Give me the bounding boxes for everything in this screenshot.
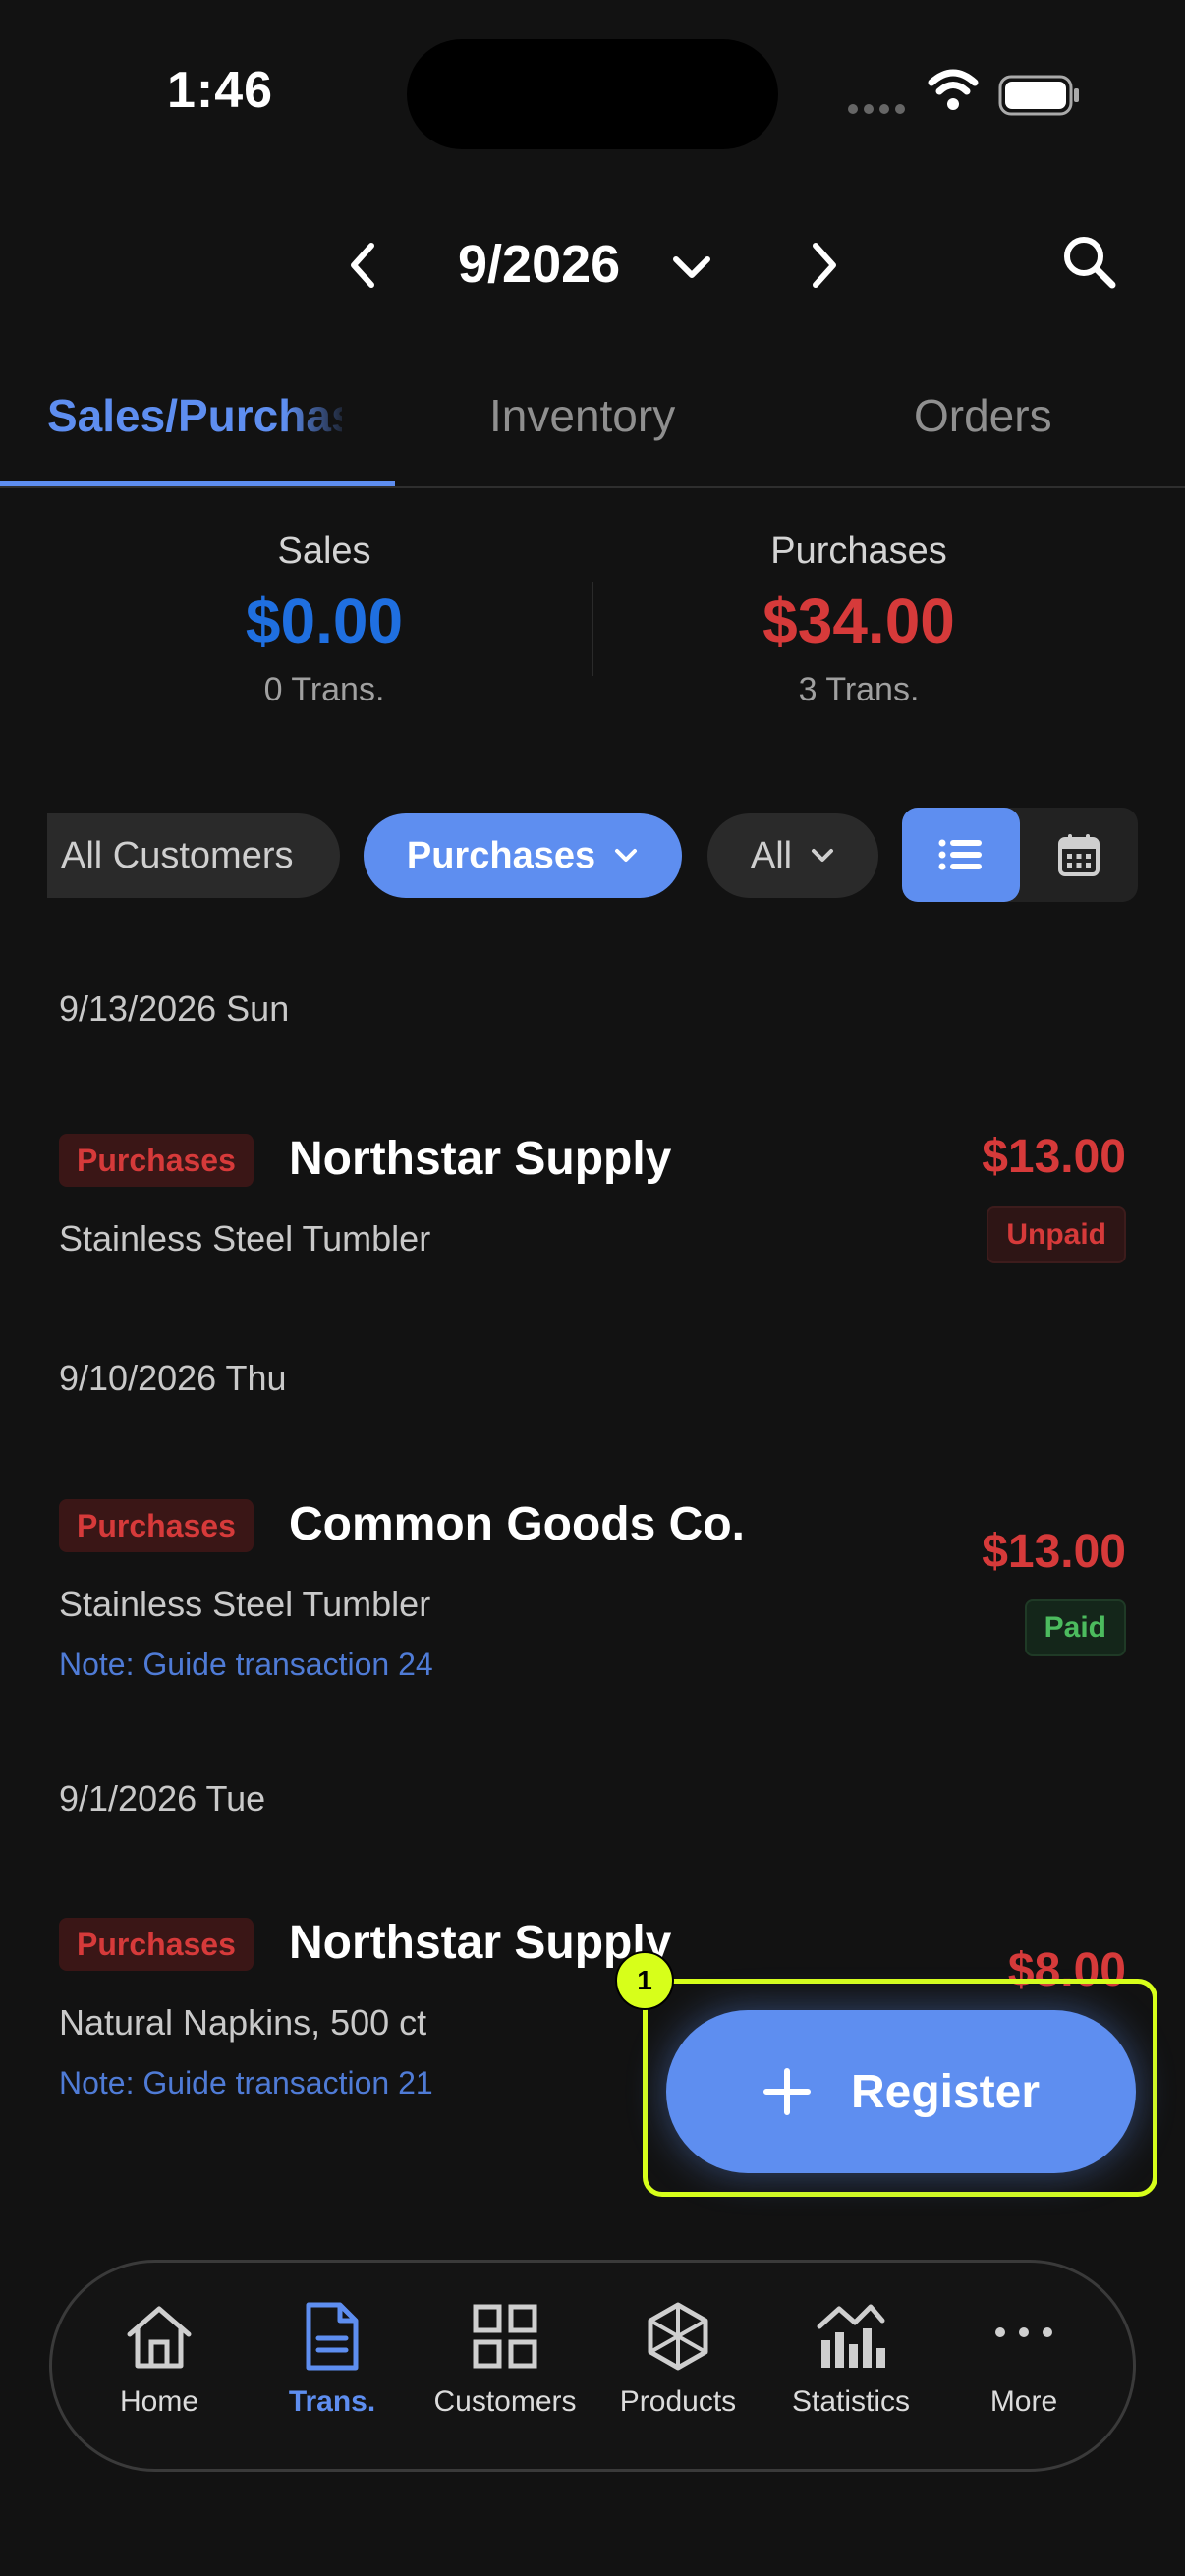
transaction-note: Note: Guide transaction 21 (59, 2065, 433, 2100)
status-time: 1:46 (167, 62, 274, 119)
dynamic-island (407, 39, 778, 149)
nav-trans[interactable]: Trans. (246, 2299, 419, 2419)
battery-icon (998, 75, 1081, 116)
nav-label: Statistics (791, 2385, 911, 2418)
type-badge: Purchases (59, 1918, 254, 1971)
purchases-label: Purchases (770, 531, 947, 572)
nav-products[interactable]: Products (592, 2299, 764, 2419)
transaction-note: Note: Guide transaction 24 (59, 1647, 433, 1682)
next-month-button[interactable] (804, 240, 843, 291)
month-selector[interactable]: 9/2026 (458, 234, 620, 295)
cube-icon (641, 2299, 715, 2374)
more-icon (987, 2299, 1061, 2374)
nav-label: More (989, 2385, 1058, 2418)
tab-divider (0, 486, 1185, 488)
customer-filter-label: All Customers (61, 834, 294, 876)
register-button[interactable]: Register (666, 2010, 1136, 2173)
transaction-name: Northstar Supply (289, 1133, 672, 1185)
signal-icon (847, 102, 906, 116)
nav-label: Home (119, 2385, 199, 2418)
sales-summary: Sales $0.00 0 Trans. (49, 531, 599, 709)
list-view-button[interactable] (902, 808, 1020, 902)
tab-fade (285, 385, 354, 450)
plus-icon (762, 2067, 812, 2116)
transaction-amount: $13.00 (982, 1131, 1126, 1183)
grid-icon (468, 2299, 542, 2374)
chevron-down-icon (613, 847, 639, 865)
home-icon (122, 2299, 197, 2374)
nav-label: Trans. (288, 2385, 376, 2418)
date-header: 9/1/2026 Tue (59, 1778, 266, 1819)
tab-orders[interactable]: Orders (914, 389, 1052, 442)
date-header: 9/13/2026 Sun (59, 988, 290, 1029)
payment-status-badge: Unpaid (987, 1206, 1126, 1263)
status-filter[interactable]: All (707, 813, 878, 898)
payment-status-badge: Paid (1024, 1599, 1126, 1656)
sales-count: 0 Trans. (263, 671, 385, 708)
nav-home[interactable]: Home (73, 2299, 246, 2419)
search-icon[interactable] (1059, 232, 1120, 293)
step-marker: 1 (615, 1951, 674, 2010)
customer-filter[interactable]: All Customers (47, 813, 340, 898)
transaction-amount: $13.00 (982, 1526, 1126, 1578)
transaction-name: Common Goods Co. (289, 1498, 745, 1550)
transaction-name: Northstar Supply (289, 1917, 672, 1969)
chevron-down-icon[interactable] (670, 252, 713, 285)
purchases-summary: Purchases $34.00 3 Trans. (584, 531, 1134, 709)
purchases-amount: $34.00 (762, 586, 955, 656)
nav-more[interactable]: More (937, 2299, 1110, 2419)
transaction-item: Natural Napkins, 500 ct (59, 2002, 427, 2043)
type-filter-label: Purchases (406, 834, 596, 876)
type-badge: Purchases (59, 1499, 254, 1552)
status-filter-label: All (750, 834, 793, 876)
type-badge: Purchases (59, 1134, 254, 1187)
nav-customers[interactable]: Customers (419, 2299, 592, 2419)
nav-label: Products (619, 2385, 737, 2418)
chevron-down-icon (810, 847, 835, 865)
sales-amount: $0.00 (245, 586, 404, 656)
register-label: Register (850, 2065, 1041, 2118)
calendar-icon (1057, 832, 1100, 877)
previous-month-button[interactable] (344, 240, 383, 291)
calendar-view-button[interactable] (1020, 808, 1138, 902)
document-icon (295, 2299, 369, 2374)
tab-inventory[interactable]: Inventory (489, 389, 675, 442)
sales-label: Sales (277, 531, 371, 572)
chart-icon (814, 2299, 888, 2374)
transaction-item: Stainless Steel Tumbler (59, 1218, 431, 1259)
purchases-count: 3 Trans. (798, 671, 920, 708)
transaction-item: Stainless Steel Tumbler (59, 1584, 431, 1624)
date-header: 9/10/2026 Thu (59, 1358, 287, 1398)
nav-label: Customers (433, 2385, 577, 2418)
type-filter[interactable]: Purchases (364, 813, 682, 898)
wifi-icon (928, 69, 979, 112)
nav-statistics[interactable]: Statistics (764, 2299, 937, 2419)
list-icon (938, 838, 984, 871)
